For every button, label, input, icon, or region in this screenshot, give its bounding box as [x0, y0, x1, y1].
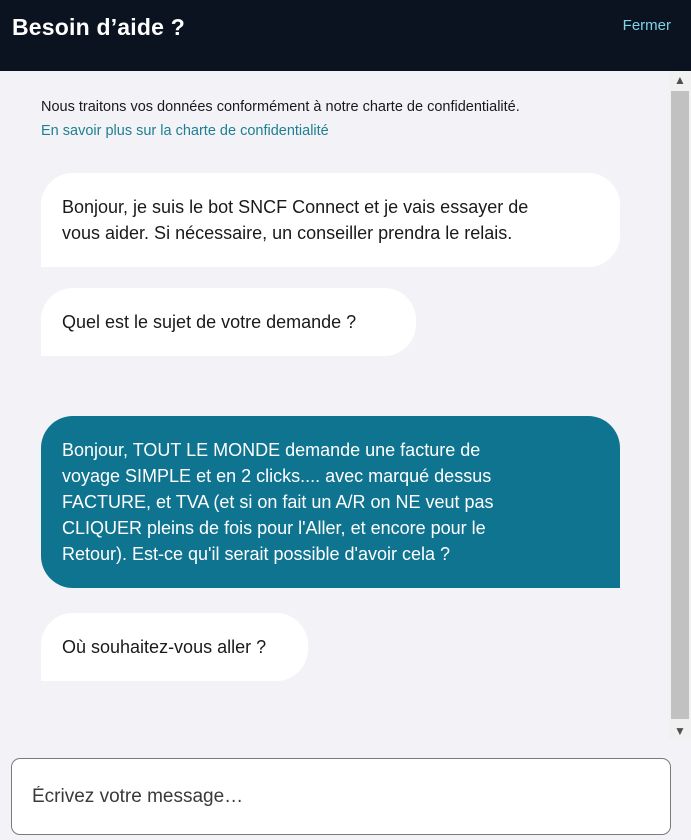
composer-bar — [0, 740, 691, 840]
privacy-notice: Nous traitons vos données conformément à… — [41, 99, 520, 115]
scroll-up-arrow-icon[interactable]: ▲ — [669, 71, 691, 89]
scrollbar-thumb[interactable] — [671, 91, 689, 719]
message-line: Bonjour, je suis le bot SNCF Connect et … — [62, 197, 529, 217]
chat-header: Besoin d’aide ? Fermer — [0, 0, 691, 71]
message-line: CLIQUER pleins de fois pour l'Aller, et … — [62, 518, 486, 538]
message-input[interactable] — [11, 758, 671, 835]
message-line: Bonjour, TOUT LE MONDE demande une factu… — [62, 440, 481, 460]
scroll-down-arrow-icon[interactable]: ▼ — [669, 722, 691, 740]
vertical-scrollbar[interactable]: ▲ ▼ — [669, 71, 691, 740]
message-line: Retour). Est-ce qu'il serait possible d'… — [62, 544, 451, 564]
message-line: vous aider. Si nécessaire, un conseiller… — [62, 223, 513, 243]
message-line: Où souhaitez-vous aller ? — [62, 637, 267, 657]
bot-message-bubble: Quel est le sujet de votre demande ? — [41, 288, 416, 356]
message-line: voyage SIMPLE et en 2 clicks.... avec ma… — [62, 466, 492, 486]
bot-message-bubble: Bonjour, je suis le bot SNCF Connect et … — [41, 173, 620, 267]
message-line: FACTURE, et TVA (et si on fait un A/R on… — [62, 492, 494, 512]
close-button[interactable]: Fermer — [623, 17, 671, 34]
header-title: Besoin d’aide ? — [12, 14, 185, 40]
message-list[interactable]: Nous traitons vos données conformément à… — [0, 71, 669, 740]
message-line: Quel est le sujet de votre demande ? — [62, 312, 357, 332]
bot-message-bubble: Où souhaitez-vous aller ? — [41, 613, 308, 681]
privacy-policy-link[interactable]: En savoir plus sur la charte de confiden… — [41, 123, 329, 139]
user-message-bubble: Bonjour, TOUT LE MONDE demande une factu… — [41, 416, 620, 588]
